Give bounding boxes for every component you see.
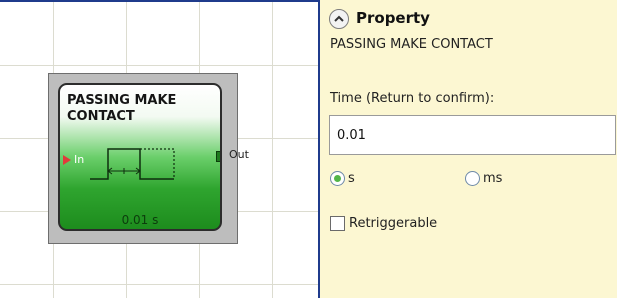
retriggerable-option[interactable]: Retriggerable [330, 216, 437, 231]
block-title: PASSING MAKE CONTACT [67, 93, 217, 125]
block-title-line-2: CONTACT [67, 109, 135, 124]
unit-option-milliseconds[interactable]: ms [465, 168, 502, 188]
passing-make-contact-block[interactable]: PASSING MAKE CONTACT In 0.01 s [58, 83, 222, 231]
radio-seconds-label: s [348, 170, 355, 186]
retriggerable-checkbox[interactable] [330, 216, 345, 231]
property-panel: Property PASSING MAKE CONTACT Time (Retu… [320, 0, 617, 298]
diagram-canvas[interactable]: PASSING MAKE CONTACT In 0.01 s Out [0, 0, 318, 298]
retriggerable-label: Retriggerable [349, 216, 438, 231]
chevron-up-icon [334, 15, 344, 22]
collapse-button[interactable] [329, 9, 349, 29]
function-block-selection-frame[interactable]: PASSING MAKE CONTACT In 0.01 s Out [48, 73, 249, 244]
output-pin[interactable] [216, 151, 220, 162]
unit-option-seconds[interactable]: s [330, 168, 355, 188]
block-time-value: 0.01 s [121, 213, 159, 227]
time-label: Time (Return to confirm): [330, 91, 495, 106]
radio-milliseconds-label: ms [483, 170, 503, 186]
panel-title: Property [356, 9, 430, 27]
block-title-line-1: PASSING MAKE [67, 93, 177, 108]
block-type-name: PASSING MAKE CONTACT [330, 37, 493, 52]
input-pin-label: In [74, 153, 85, 166]
pulse-timing-diagram-icon [90, 148, 175, 180]
time-input[interactable] [329, 115, 616, 155]
radio-milliseconds[interactable] [465, 170, 480, 186]
output-pin-label: Out [229, 148, 249, 161]
input-pin[interactable] [63, 155, 71, 165]
radio-seconds[interactable] [330, 170, 345, 186]
